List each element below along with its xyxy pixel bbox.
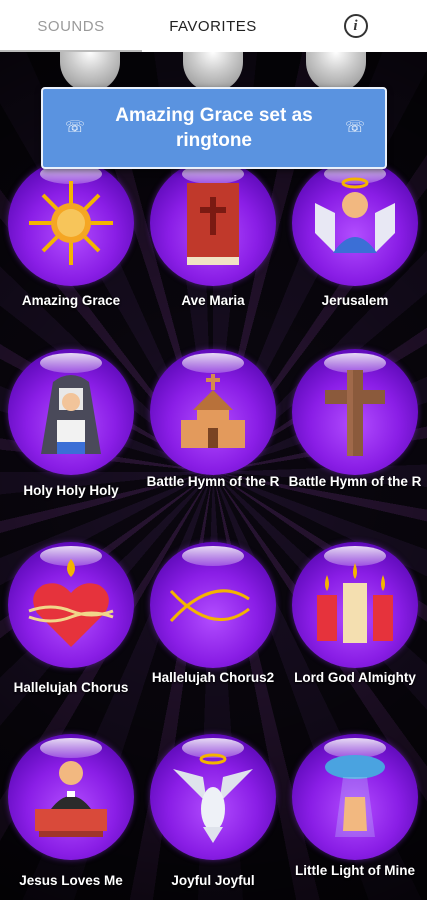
phone-icon: ☏	[345, 119, 366, 136]
angel-icon	[315, 177, 395, 253]
sound-orb	[8, 160, 134, 286]
dove-icon	[173, 753, 253, 843]
sound-orb	[8, 734, 134, 860]
sound-label: Jerusalem	[321, 293, 389, 308]
ichthys-fish-icon	[169, 589, 250, 623]
phone-icon: ☏	[65, 119, 86, 136]
sound-label: Little Light of Mine	[295, 863, 415, 878]
sound-orb	[150, 542, 276, 668]
tab-sounds[interactable]: SOUNDS	[0, 0, 142, 52]
sound-label: Hallelujah Chorus2	[151, 670, 275, 685]
sound-orb	[292, 542, 418, 668]
cross-icon	[325, 370, 385, 456]
bible-icon	[187, 183, 239, 265]
priest-icon	[35, 761, 107, 837]
sound-orb	[150, 349, 276, 475]
sound-orb	[8, 542, 134, 668]
sound-label: Amazing Grace	[21, 293, 121, 308]
hand-light-icon	[325, 755, 385, 837]
sound-label: Holy Holy Holy	[23, 483, 119, 498]
sound-orb	[150, 734, 276, 860]
toast-message: Amazing Grace set as ringtone	[115, 105, 313, 151]
sound-orb	[292, 160, 418, 286]
sound-label: Jesus Loves Me	[19, 873, 123, 888]
sun-cross-icon	[29, 181, 113, 265]
sound-orb	[292, 734, 418, 860]
info-button[interactable]: i	[284, 14, 427, 38]
nun-icon	[41, 375, 101, 454]
sound-label: Ave Maria	[181, 293, 245, 308]
sound-label: Lord God Almighty	[294, 670, 416, 685]
sound-orb	[292, 349, 418, 475]
sound-orb	[8, 349, 134, 475]
info-icon: i	[343, 14, 368, 38]
tab-bar: SOUNDS FAVORITES i	[0, 0, 427, 52]
sacred-heart-icon	[28, 559, 114, 647]
church-icon	[181, 374, 245, 448]
candles-icon	[317, 563, 393, 643]
sound-orb	[150, 160, 276, 286]
sound-label: Hallelujah Chorus	[13, 680, 129, 695]
sound-label: Joyful Joyful	[171, 873, 255, 888]
sound-label: Battle Hymn of the R	[146, 474, 280, 489]
sound-label: Battle Hymn of the R	[288, 474, 422, 489]
tab-favorites[interactable]: FAVORITES	[142, 0, 284, 52]
ringtone-toast: ☏ Amazing Grace set as ringtone ☏	[41, 87, 387, 169]
